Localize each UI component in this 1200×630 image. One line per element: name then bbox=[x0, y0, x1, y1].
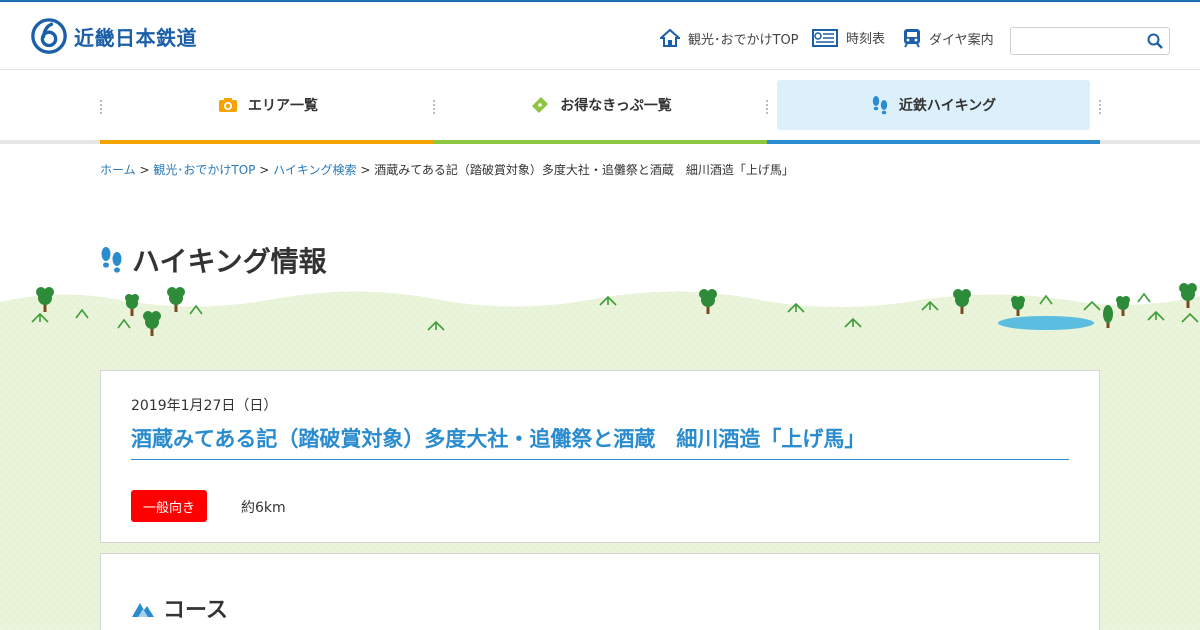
nav-item-ticket-list[interactable]: お得なきっぷ一覧 bbox=[443, 80, 759, 130]
nav-divider bbox=[100, 100, 102, 114]
page-title-text: ハイキング情報 bbox=[132, 245, 327, 278]
hike-title: 酒蔵みてある記（踏破賞対象）多度大社・追儺祭と酒蔵 細川酒造「上げ馬」 bbox=[131, 423, 1069, 460]
breadcrumb-link-hiking-search[interactable]: ハイキング検索 bbox=[273, 163, 356, 177]
nav-divider bbox=[766, 100, 768, 114]
nav-bar-area bbox=[100, 140, 433, 144]
level-badge: 一般向き bbox=[131, 490, 207, 522]
hike-date: 2019年1月27日（日） bbox=[131, 398, 278, 414]
breadcrumb-separator: > bbox=[259, 163, 270, 177]
footprints-icon bbox=[101, 247, 122, 273]
site-header: 近畿日本鉄道 観光･おでかけTOP 時刻表 ダイヤ案内 bbox=[0, 2, 1200, 70]
nav-item-label: エリア一覧 bbox=[248, 98, 318, 114]
header-link-diagram[interactable]: ダイヤ案内 bbox=[903, 28, 994, 48]
breadcrumb-link-home[interactable]: ホーム bbox=[100, 163, 136, 177]
breadcrumb-link-sightseeing-top[interactable]: 観光･おでかけTOP bbox=[153, 163, 255, 177]
nav-item-area-list[interactable]: エリア一覧 bbox=[110, 80, 426, 130]
search-input[interactable] bbox=[1010, 27, 1170, 55]
header-link-timetable[interactable]: 時刻表 bbox=[812, 28, 885, 47]
nav-item-hiking[interactable]: 近鉄ハイキング bbox=[777, 80, 1090, 130]
search-icon[interactable] bbox=[1147, 33, 1163, 49]
nav-item-label: 近鉄ハイキング bbox=[898, 98, 997, 114]
kintetsu-logo-icon bbox=[31, 18, 67, 54]
breadcrumb-separator: > bbox=[360, 163, 371, 177]
header-link-label: 観光･おでかけTOP bbox=[688, 32, 799, 48]
breadcrumb: ホーム > 観光･おでかけTOP > ハイキング検索 > 酒蔵みてある記（踏破賞… bbox=[100, 161, 794, 178]
hike-distance: 約6km bbox=[241, 500, 286, 516]
header-link-label: 時刻表 bbox=[846, 32, 886, 47]
nav-divider bbox=[1099, 100, 1101, 114]
logo-text: 近畿日本鉄道 bbox=[74, 25, 197, 50]
mountain-icon bbox=[132, 603, 154, 617]
hike-info-card: 2019年1月27日（日） 酒蔵みてある記（踏破賞対象）多度大社・追儺祭と酒蔵 … bbox=[100, 370, 1100, 543]
ticket-icon bbox=[532, 97, 549, 113]
nav-bar-ticket bbox=[433, 140, 767, 144]
breadcrumb-current: 酒蔵みてある記（踏破賞対象）多度大社・追儺祭と酒蔵 細川酒造「上げ馬」 bbox=[374, 163, 794, 177]
timetable-icon bbox=[812, 28, 838, 47]
header-link-label: ダイヤ案内 bbox=[929, 32, 994, 48]
footprints-icon bbox=[872, 96, 888, 115]
site-logo[interactable]: 近畿日本鉄道 bbox=[30, 17, 197, 55]
nav-item-label: お得なきっぷ一覧 bbox=[560, 98, 672, 114]
course-heading-text: コース bbox=[163, 598, 228, 623]
header-link-sightseeing-top[interactable]: 観光･おでかけTOP bbox=[660, 28, 799, 48]
breadcrumb-separator: > bbox=[139, 163, 150, 177]
camera-icon bbox=[219, 98, 237, 112]
train-icon bbox=[904, 29, 920, 48]
page-title: ハイキング情報 bbox=[100, 240, 327, 280]
course-card: コース bbox=[100, 553, 1100, 630]
nav-divider bbox=[433, 100, 435, 114]
course-heading: コース bbox=[131, 592, 228, 624]
nav-bar-hiking bbox=[767, 140, 1100, 144]
house-icon bbox=[660, 28, 680, 47]
